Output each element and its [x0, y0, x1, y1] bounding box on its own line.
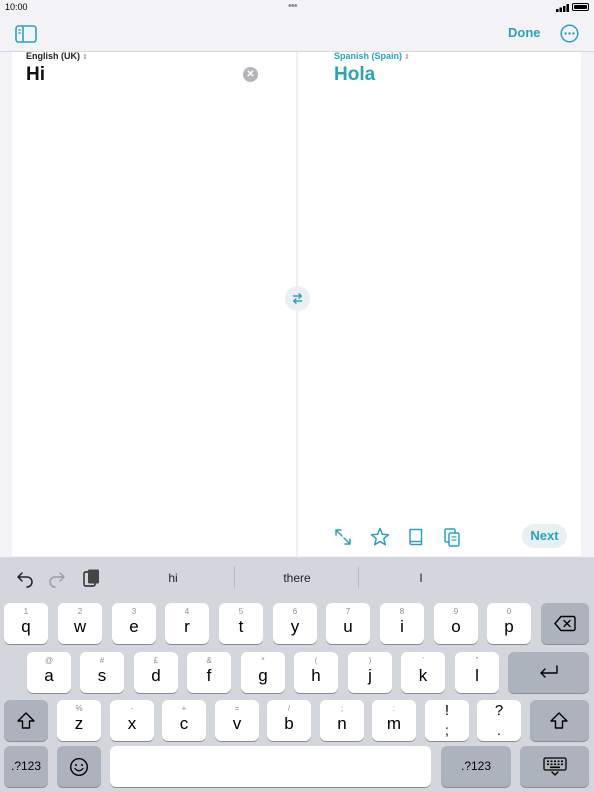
- key-z[interactable]: % z: [57, 700, 101, 741]
- key-d[interactable]: £ d: [134, 652, 178, 693]
- keyboard: hi there I 1q 2w 3e 4r 5t 6y 7u 8i 9o 0p…: [0, 557, 594, 792]
- key-t[interactable]: 5t: [219, 603, 263, 644]
- target-language-selector[interactable]: Spanish (Spain) ⇕: [334, 51, 410, 61]
- next-button[interactable]: Next: [522, 524, 567, 548]
- suggestion-2[interactable]: there: [242, 571, 352, 585]
- key-h[interactable]: (h: [294, 652, 338, 693]
- dismiss-keyboard-key[interactable]: [520, 746, 589, 787]
- key-v[interactable]: = v: [215, 700, 259, 741]
- key-p[interactable]: 0p: [487, 603, 531, 644]
- status-bar: 10:00 •••: [0, 0, 594, 16]
- key-q[interactable]: 1q: [4, 603, 48, 644]
- shift-key-right[interactable]: [530, 700, 589, 741]
- undo-icon[interactable]: [15, 568, 35, 588]
- keyboard-dismiss-icon: [543, 757, 567, 776]
- delete-key[interactable]: [541, 603, 589, 644]
- book-icon[interactable]: [405, 526, 427, 548]
- key-s[interactable]: # s: [80, 652, 124, 693]
- return-key[interactable]: [508, 652, 589, 693]
- star-icon[interactable]: [369, 526, 391, 548]
- sidebar-icon[interactable]: [15, 25, 37, 43]
- chevron-updown-icon: ⇕: [82, 54, 88, 61]
- numbers-key-left[interactable]: .?123: [4, 746, 48, 787]
- translated-text: Hola: [334, 64, 376, 85]
- key-o[interactable]: 9o: [434, 603, 478, 644]
- key-j[interactable]: ) j: [348, 652, 392, 693]
- shift-icon: [17, 712, 35, 729]
- key-a[interactable]: @ a: [27, 652, 71, 693]
- key-question-period[interactable]: ?.: [477, 700, 521, 741]
- key-y[interactable]: 6y: [273, 603, 317, 644]
- key-c[interactable]: + c: [162, 700, 206, 741]
- key-g[interactable]: * g: [241, 652, 285, 693]
- suggestion-divider: [234, 566, 235, 588]
- space-bar[interactable]: [110, 746, 431, 787]
- swap-arrows-icon[interactable]: [285, 286, 310, 311]
- expand-icon[interactable]: [332, 526, 354, 548]
- delete-backward-icon: [554, 615, 576, 632]
- suggestion-bar: hi there I: [0, 557, 594, 597]
- status-time: 10:00: [5, 2, 28, 12]
- emoji-icon: [69, 757, 89, 777]
- key-w[interactable]: 2w: [58, 603, 102, 644]
- key-x[interactable]: -x: [110, 700, 154, 741]
- battery-icon: [572, 3, 589, 11]
- redo-icon[interactable]: [47, 568, 67, 588]
- suggestion-3[interactable]: I: [366, 571, 476, 585]
- key-n[interactable]: ; n: [320, 700, 364, 741]
- key-e[interactable]: 3e: [112, 603, 156, 644]
- source-text-input[interactable]: Hi: [26, 64, 45, 86]
- suggestion-divider: [358, 566, 359, 588]
- return-icon: [540, 665, 558, 678]
- key-u[interactable]: 7u: [326, 603, 370, 644]
- xmark-circle-icon[interactable]: ✕: [243, 67, 258, 82]
- clipboard-icon[interactable]: [81, 568, 101, 588]
- key-b[interactable]: / b: [267, 700, 311, 741]
- emoji-key[interactable]: [57, 746, 101, 787]
- target-panel: Spanish (Spain) ⇕ Hola: [298, 51, 581, 556]
- key-f[interactable]: & f: [187, 652, 231, 693]
- shift-key-left[interactable]: [4, 700, 48, 741]
- copy-icon[interactable]: [441, 526, 463, 548]
- shift-icon: [550, 712, 568, 729]
- key-l[interactable]: " l: [455, 652, 499, 693]
- chevron-updown-icon: ⇕: [404, 54, 410, 61]
- signal-icon: [556, 4, 569, 12]
- source-language-selector[interactable]: English (UK) ⇕: [26, 51, 88, 61]
- suggestion-1[interactable]: hi: [118, 571, 228, 585]
- key-r[interactable]: 4r: [165, 603, 209, 644]
- target-language-label: Spanish (Spain): [334, 51, 403, 61]
- key-k[interactable]: ' k: [401, 652, 445, 693]
- numbers-key-right[interactable]: .?123: [441, 746, 511, 787]
- source-language-label: English (UK): [26, 51, 80, 61]
- key-exclamation-semicolon[interactable]: !;: [425, 700, 469, 741]
- done-button[interactable]: Done: [508, 25, 541, 40]
- key-i[interactable]: 8i: [380, 603, 424, 644]
- multitasking-dots[interactable]: •••: [288, 0, 298, 12]
- key-m[interactable]: :m: [372, 700, 416, 741]
- ellipsis-circle-icon[interactable]: [560, 24, 579, 43]
- source-panel: English (UK) ⇕ Hi ✕: [12, 51, 296, 556]
- nav-bar: Done: [0, 16, 594, 52]
